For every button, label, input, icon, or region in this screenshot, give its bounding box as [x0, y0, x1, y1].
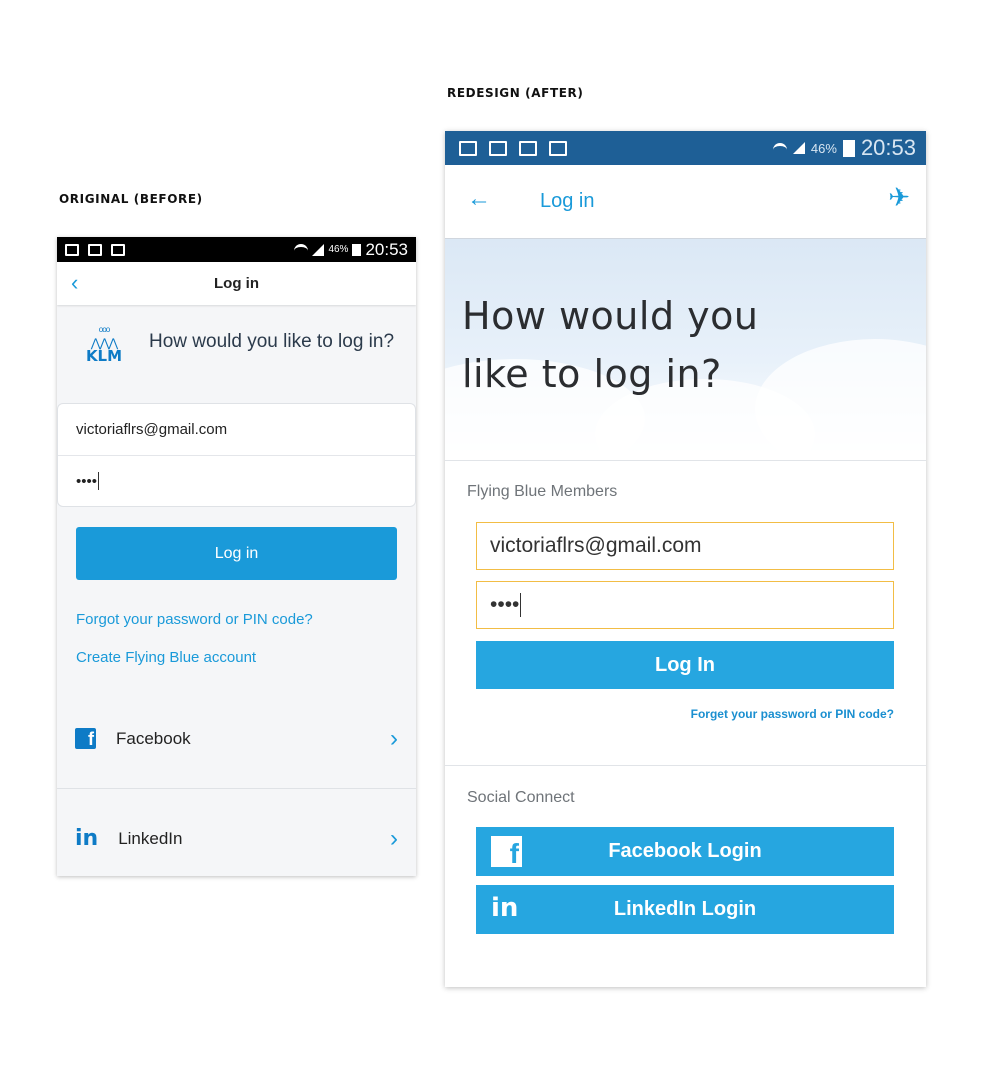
battery-percent: 46% [810, 140, 837, 156]
linkedin-label: LinkedIn [118, 828, 183, 848]
clipboard-check-icon [489, 140, 507, 156]
password-field[interactable]: •••• [58, 455, 415, 506]
play-store-icon [519, 140, 537, 156]
signal-icon [792, 142, 805, 154]
forgot-password-link[interactable]: Forget your password or PIN code? [691, 707, 894, 721]
facebook-login-row[interactable]: f Facebook › [57, 689, 416, 788]
facebook-icon: f [75, 728, 96, 749]
hero-title: How would you like to log in? [462, 294, 759, 396]
chevron-right-icon: › [390, 724, 398, 752]
facebook-label: Facebook [116, 728, 191, 748]
page-title: Log in [540, 190, 595, 212]
original-phone-screen: 46% 20:53 ‹ Log in ᵒᵒᵒ ⋀⋀⋀ KLM How would … [57, 237, 416, 876]
battery-icon [352, 243, 362, 256]
caption-before: ORIGINAL (BEFORE) [59, 192, 203, 206]
clock: 20:53 [365, 239, 408, 259]
battery-icon [842, 139, 855, 157]
linkedin-icon: in [491, 893, 519, 923]
credentials-group: victoriaflrs@gmail.com •••• [57, 403, 416, 507]
divider [445, 460, 926, 461]
status-bar: 46% 20:53 [445, 131, 926, 165]
password-value: •••• [76, 472, 98, 490]
text-cursor [98, 472, 100, 490]
facebook-icon: f [491, 836, 522, 869]
clipboard-check-icon [111, 243, 125, 256]
klm-logo: ᵒᵒᵒ ⋀⋀⋀ KLM [81, 325, 127, 364]
email-field[interactable]: victoriaflrs@gmail.com [476, 522, 894, 570]
status-bar: 46% 20:53 [57, 237, 416, 262]
app-header: ← Log in ✈ [445, 165, 926, 239]
chevron-right-icon: › [390, 824, 398, 852]
facebook-login-label: Facebook Login [608, 840, 762, 862]
text-cursor [520, 593, 522, 617]
wifi-icon [772, 142, 787, 154]
wifi-icon [294, 244, 309, 255]
gallery-icon [459, 140, 477, 156]
password-field[interactable]: •••• [476, 581, 894, 629]
email-field[interactable]: victoriaflrs@gmail.com [58, 404, 415, 455]
password-value: •••• [490, 593, 520, 616]
cloud-shape [755, 339, 926, 461]
page-title: Log in [214, 275, 259, 292]
login-button[interactable]: Log In [476, 641, 894, 689]
app-header: ‹ Log in [57, 262, 416, 305]
crown-icon: ᵒᵒᵒ ⋀⋀⋀ [90, 324, 119, 350]
facebook-login-button[interactable]: f Facebook Login [476, 827, 894, 876]
caption-after: REDESIGN (AFTER) [447, 86, 584, 100]
forgot-password-link[interactable]: Forgot your password or PIN code? [57, 611, 416, 628]
linkedin-login-button[interactable]: in LinkedIn Login [476, 885, 894, 934]
members-section-label: Flying Blue Members [467, 483, 618, 500]
clipboard-check-icon [549, 140, 567, 156]
social-section-label: Social Connect [467, 789, 575, 806]
gallery-icon [65, 243, 79, 256]
back-chevron-icon[interactable]: ‹ [71, 270, 78, 296]
clipboard-check-icon [88, 243, 102, 256]
login-intro: ᵒᵒᵒ ⋀⋀⋀ KLM How would you like to log in? [57, 305, 416, 383]
login-question: How would you like to log in? [149, 331, 395, 352]
create-account-link[interactable]: Create Flying Blue account [57, 649, 416, 666]
redesign-phone-screen: 46% 20:53 ← Log in ✈ How would you like … [445, 131, 926, 987]
hero-banner: How would you like to log in? [445, 239, 926, 461]
login-button[interactable]: Log in [76, 527, 397, 580]
linkedin-login-row[interactable]: in LinkedIn › [57, 789, 416, 876]
plane-icon[interactable]: ✈ [888, 182, 910, 213]
battery-percent: 46% [328, 244, 349, 255]
linkedin-icon: in [75, 826, 99, 851]
signal-icon [312, 243, 325, 256]
clock: 20:53 [860, 135, 916, 160]
linkedin-login-label: LinkedIn Login [613, 898, 757, 920]
back-arrow-icon[interactable]: ← [467, 185, 491, 213]
divider [445, 765, 926, 766]
